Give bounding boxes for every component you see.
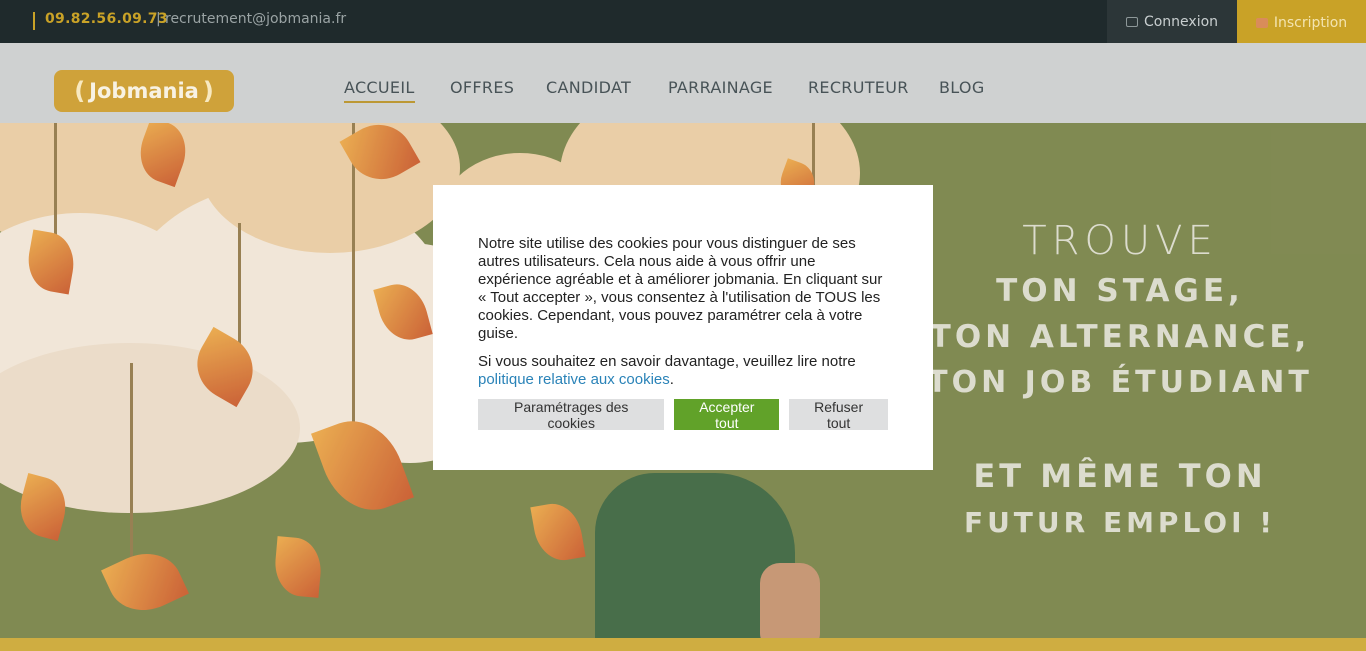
login-icon xyxy=(1125,16,1138,27)
top-bar: 09.82.56.09.73 | recrutement@jobmania.fr… xyxy=(0,0,1366,46)
register-icon xyxy=(1255,18,1268,28)
cookie-settings-button[interactable]: Paramétrages des cookies xyxy=(478,399,665,431)
register-button[interactable]: Inscription xyxy=(1237,0,1366,46)
accent-divider xyxy=(33,12,35,30)
cookie-text: Notre site utilise des cookies pour vous… xyxy=(478,235,883,342)
cookie-policy-text: Si vous souhaitez en savoir davantage, v… xyxy=(478,353,888,389)
login-button[interactable]: Connexion xyxy=(1107,0,1237,43)
cookie-consent-modal: Notre site utilise des cookies pour vous… xyxy=(433,185,933,470)
register-label: Inscription xyxy=(1273,15,1348,31)
cookie-button-row: Paramétrages des cookies Accepter tout R… xyxy=(478,399,888,431)
cookie-policy-prefix: Si vous souhaitez en savoir davantage, v… xyxy=(478,353,856,370)
email-link[interactable]: recrutement@jobmania.fr xyxy=(165,11,346,27)
contact-separator: | xyxy=(156,11,161,27)
phone-link[interactable]: 09.82.56.09.73 xyxy=(45,11,168,27)
reject-all-button[interactable]: Refuser tout xyxy=(789,399,888,431)
cookie-policy-link[interactable]: politique relative aux cookies xyxy=(478,371,670,388)
accept-all-button[interactable]: Accepter tout xyxy=(674,399,780,431)
login-label: Connexion xyxy=(1143,13,1219,30)
cookie-policy-suffix: . xyxy=(669,371,674,388)
